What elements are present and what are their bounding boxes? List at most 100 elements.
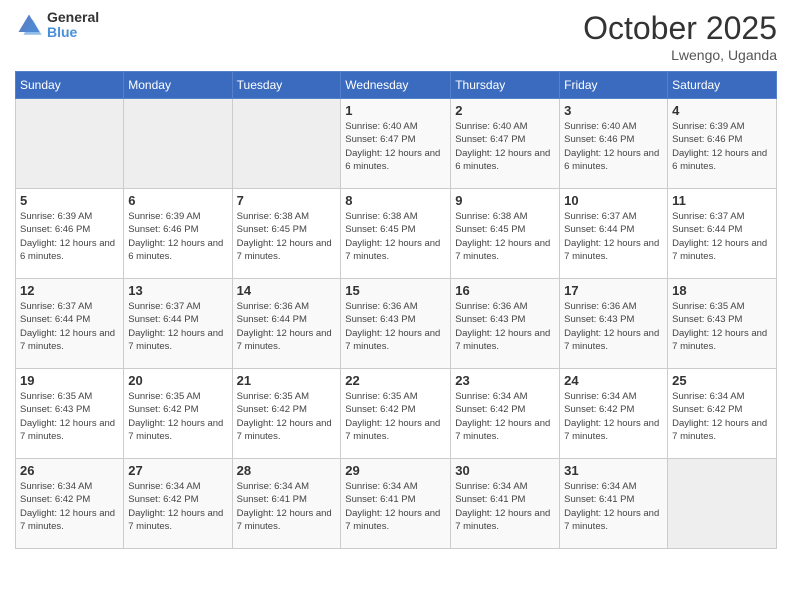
logo: General Blue — [15, 10, 99, 41]
calendar-cell: 25Sunrise: 6:34 AM Sunset: 6:42 PM Dayli… — [668, 369, 777, 459]
weekday-header-saturday: Saturday — [668, 72, 777, 99]
day-info: Sunrise: 6:34 AM Sunset: 6:41 PM Dayligh… — [237, 480, 337, 533]
day-number: 2 — [455, 103, 555, 118]
day-info: Sunrise: 6:35 AM Sunset: 6:42 PM Dayligh… — [237, 390, 337, 443]
day-info: Sunrise: 6:39 AM Sunset: 6:46 PM Dayligh… — [128, 210, 227, 263]
day-info: Sunrise: 6:38 AM Sunset: 6:45 PM Dayligh… — [345, 210, 446, 263]
day-info: Sunrise: 6:34 AM Sunset: 6:41 PM Dayligh… — [345, 480, 446, 533]
calendar-cell: 11 Sunrise: 6:37 AM Sunset: 6:44 PM Dayli… — [668, 189, 777, 279]
day-info: Sunrise: 6:34 AM Sunset: 6:41 PM Dayligh… — [564, 480, 663, 533]
calendar-cell: 13 Sunrise: 6:37 AM Sunset: 6:44 PM Dayli… — [124, 279, 232, 369]
day-number: 19 — [20, 373, 119, 388]
day-info: Sunrise: 6:35 AM Sunset: 6:43 PM Dayligh… — [672, 300, 772, 353]
day-number: 31 — [564, 463, 663, 478]
day-number: 7 — [237, 193, 337, 208]
day-info: Sunrise: 6:36 AM Sunset: 6:43 PM Dayligh… — [564, 300, 663, 353]
calendar-cell — [16, 99, 124, 189]
day-number: 10 — [564, 193, 663, 208]
calendar-cell: 2 Sunrise: 6:40 AM Sunset: 6:47 PM Daylig… — [451, 99, 560, 189]
calendar-body: 1 Sunrise: 6:40 AM Sunset: 6:47 PM Daylig… — [16, 99, 777, 549]
calendar-cell: 3 Sunrise: 6:40 AM Sunset: 6:46 PM Daylig… — [560, 99, 668, 189]
weekday-header-monday: Monday — [124, 72, 232, 99]
calendar-cell: 28Sunrise: 6:34 AM Sunset: 6:41 PM Dayli… — [232, 459, 341, 549]
day-number: 20 — [128, 373, 227, 388]
logo-text: General Blue — [47, 10, 99, 41]
day-number: 24 — [564, 373, 663, 388]
day-number: 30 — [455, 463, 555, 478]
day-number: 14 — [237, 283, 337, 298]
calendar-week-row: 26 Sunrise: 6:34 AM Sunset: 6:42 PM Dayli… — [16, 459, 777, 549]
calendar-week-row: 5 Sunrise: 6:39 AM Sunset: 6:46 PM Daylig… — [16, 189, 777, 279]
day-info: Sunrise: 6:34 AM Sunset: 6:42 PM Dayligh… — [564, 390, 663, 443]
calendar-cell: 21 Sunrise: 6:35 AM Sunset: 6:42 PM Dayli… — [232, 369, 341, 459]
calendar-cell: 12 Sunrise: 6:37 AM Sunset: 6:44 PM Dayli… — [16, 279, 124, 369]
calendar-table: SundayMondayTuesdayWednesdayThursdayFrid… — [15, 71, 777, 549]
calendar-cell: 23 Sunrise: 6:34 AM Sunset: 6:42 PM Dayli… — [451, 369, 560, 459]
calendar-cell: 9 Sunrise: 6:38 AM Sunset: 6:45 PM Daylig… — [451, 189, 560, 279]
day-info: Sunrise: 6:36 AM Sunset: 6:43 PM Dayligh… — [455, 300, 555, 353]
day-number: 9 — [455, 193, 555, 208]
calendar-cell: 1 Sunrise: 6:40 AM Sunset: 6:47 PM Daylig… — [341, 99, 451, 189]
day-number: 29 — [345, 463, 446, 478]
day-number: 22 — [345, 373, 446, 388]
calendar-cell: 17 Sunrise: 6:36 AM Sunset: 6:43 PM Dayli… — [560, 279, 668, 369]
calendar-cell: 27Sunrise: 6:34 AM Sunset: 6:42 PM Dayli… — [124, 459, 232, 549]
weekday-header-thursday: Thursday — [451, 72, 560, 99]
day-info: Sunrise: 6:34 AM Sunset: 6:41 PM Dayligh… — [455, 480, 555, 533]
calendar-cell: 26Sunrise: 6:34 AM Sunset: 6:42 PM Dayli… — [16, 459, 124, 549]
day-info: Sunrise: 6:37 AM Sunset: 6:44 PM Dayligh… — [564, 210, 663, 263]
calendar-cell: 4 Sunrise: 6:39 AM Sunset: 6:46 PM Daylig… — [668, 99, 777, 189]
title-block: October 2025 Lwengo, Uganda — [583, 10, 777, 63]
day-number: 21 — [237, 373, 337, 388]
calendar-cell — [668, 459, 777, 549]
month-title: October 2025 — [583, 10, 777, 47]
day-number: 5 — [20, 193, 119, 208]
day-number: 12 — [20, 283, 119, 298]
day-info: Sunrise: 6:40 AM Sunset: 6:47 PM Dayligh… — [455, 120, 555, 173]
day-info: Sunrise: 6:39 AM Sunset: 6:46 PM Dayligh… — [20, 210, 119, 263]
calendar-cell: 14 Sunrise: 6:36 AM Sunset: 6:44 PM Dayli… — [232, 279, 341, 369]
day-number: 26 — [20, 463, 119, 478]
weekday-header-sunday: Sunday — [16, 72, 124, 99]
day-info: Sunrise: 6:37 AM Sunset: 6:44 PM Dayligh… — [128, 300, 227, 353]
calendar-cell: 16Sunrise: 6:36 AM Sunset: 6:43 PM Dayli… — [451, 279, 560, 369]
day-info: Sunrise: 6:38 AM Sunset: 6:45 PM Dayligh… — [237, 210, 337, 263]
calendar-week-row: 12 Sunrise: 6:37 AM Sunset: 6:44 PM Dayli… — [16, 279, 777, 369]
day-info: Sunrise: 6:36 AM Sunset: 6:44 PM Dayligh… — [237, 300, 337, 353]
day-number: 17 — [564, 283, 663, 298]
weekday-header-tuesday: Tuesday — [232, 72, 341, 99]
calendar-cell: 19 Sunrise: 6:35 AM Sunset: 6:43 PM Dayli… — [16, 369, 124, 459]
day-info: Sunrise: 6:40 AM Sunset: 6:47 PM Dayligh… — [345, 120, 446, 173]
day-info: Sunrise: 6:34 AM Sunset: 6:42 PM Dayligh… — [455, 390, 555, 443]
calendar-cell — [232, 99, 341, 189]
day-number: 4 — [672, 103, 772, 118]
weekday-header-wednesday: Wednesday — [341, 72, 451, 99]
calendar-cell: 5 Sunrise: 6:39 AM Sunset: 6:46 PM Daylig… — [16, 189, 124, 279]
calendar-week-row: 19 Sunrise: 6:35 AM Sunset: 6:43 PM Dayli… — [16, 369, 777, 459]
day-number: 23 — [455, 373, 555, 388]
calendar-cell: 8 Sunrise: 6:38 AM Sunset: 6:45 PM Daylig… — [341, 189, 451, 279]
day-number: 18 — [672, 283, 772, 298]
logo-blue: Blue — [47, 25, 99, 40]
day-info: Sunrise: 6:38 AM Sunset: 6:45 PM Dayligh… — [455, 210, 555, 263]
day-info: Sunrise: 6:40 AM Sunset: 6:46 PM Dayligh… — [564, 120, 663, 173]
day-number: 8 — [345, 193, 446, 208]
day-number: 1 — [345, 103, 446, 118]
day-number: 13 — [128, 283, 227, 298]
day-info: Sunrise: 6:35 AM Sunset: 6:43 PM Dayligh… — [20, 390, 119, 443]
day-number: 25 — [672, 373, 772, 388]
calendar-cell — [124, 99, 232, 189]
calendar-cell: 10 Sunrise: 6:37 AM Sunset: 6:44 PM Dayli… — [560, 189, 668, 279]
calendar-cell: 29 Sunrise: 6:34 AM Sunset: 6:41 PM Dayli… — [341, 459, 451, 549]
calendar-cell: 30 Sunrise: 6:34 AM Sunset: 6:41 PM Dayli… — [451, 459, 560, 549]
calendar-week-row: 1 Sunrise: 6:40 AM Sunset: 6:47 PM Daylig… — [16, 99, 777, 189]
day-number: 3 — [564, 103, 663, 118]
day-number: 11 — [672, 193, 772, 208]
weekday-header-row: SundayMondayTuesdayWednesdayThursdayFrid… — [16, 72, 777, 99]
day-info: Sunrise: 6:39 AM Sunset: 6:46 PM Dayligh… — [672, 120, 772, 173]
page: General Blue October 2025 Lwengo, Uganda… — [0, 0, 792, 612]
day-info: Sunrise: 6:37 AM Sunset: 6:44 PM Dayligh… — [20, 300, 119, 353]
day-info: Sunrise: 6:37 AM Sunset: 6:44 PM Dayligh… — [672, 210, 772, 263]
day-info: Sunrise: 6:34 AM Sunset: 6:42 PM Dayligh… — [128, 480, 227, 533]
day-number: 6 — [128, 193, 227, 208]
